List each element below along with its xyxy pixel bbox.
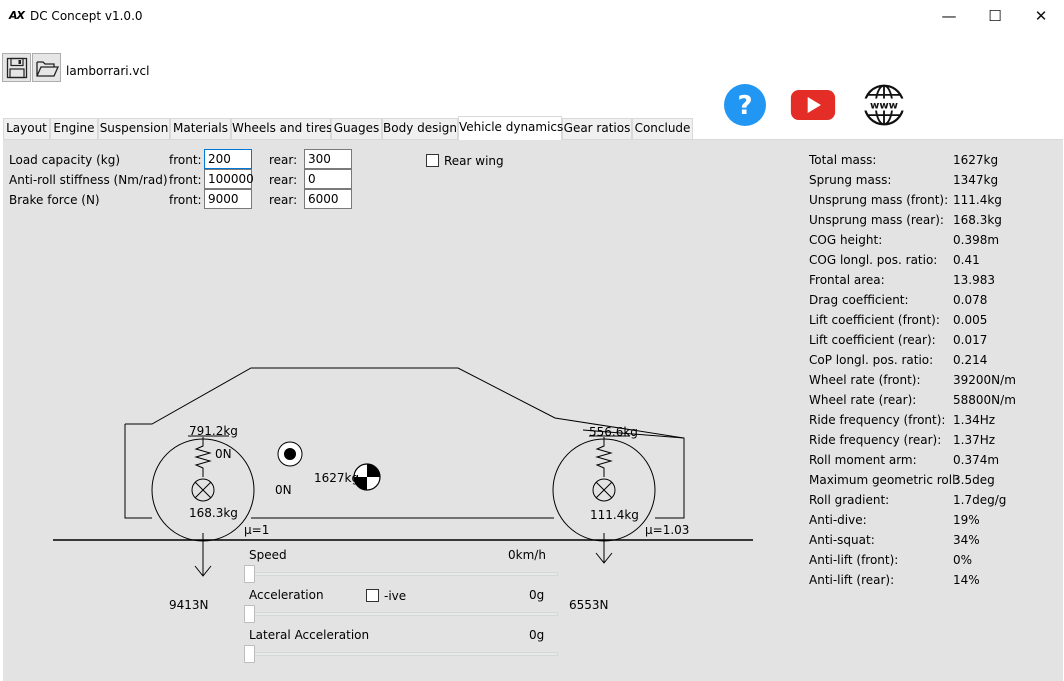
rear-reaction-force: 6553N (569, 598, 609, 612)
stat-value: 1347kg (953, 173, 999, 187)
aero-force: 0N (275, 483, 292, 497)
stat-value: 111.4kg (953, 193, 1002, 207)
stat-label: Drag coefficient: (809, 293, 909, 307)
stat-label: Roll moment arm: (809, 453, 917, 467)
stat-label: Ride frequency (front): (809, 413, 946, 427)
lateral-acceleration-label: Lateral Acceleration (249, 628, 370, 642)
stat-label: Roll gradient: (809, 493, 890, 507)
front-spring-icon (194, 437, 212, 477)
stat-value: 0.398m (953, 233, 1000, 247)
acceleration-slider-thumb[interactable] (244, 605, 255, 623)
front-friction-coefficient: μ=1 (244, 523, 270, 537)
speed-slider[interactable] (244, 572, 558, 576)
lateral-acceleration-slider[interactable] (244, 652, 558, 656)
speed-value: 0km/h (508, 548, 546, 562)
stat-label: Anti-dive: (809, 513, 867, 527)
tab-gear-ratios[interactable]: Gear ratios (562, 118, 632, 139)
stat-value: 13.983 (953, 273, 995, 287)
file-name: lamborrari.vcl (66, 64, 150, 78)
rear-friction-coefficient: μ=1.03 (645, 523, 690, 537)
stat-label: Wheel rate (front): (809, 373, 921, 387)
lateral-acceleration-slider-thumb[interactable] (244, 645, 255, 663)
app-logo: AX (9, 9, 25, 22)
vehicle-dynamics-panel: Load capacity (kg) Anti-roll stiffness (… (3, 139, 1063, 681)
stat-label: Lift coefficient (front): (809, 313, 940, 327)
minimize-button[interactable]: — (926, 0, 972, 32)
speed-slider-thumb[interactable] (244, 565, 255, 583)
stat-value: 1.37Hz (953, 433, 996, 447)
window-title: DC Concept v1.0.0 (30, 9, 143, 23)
stat-label: Anti-lift (front): (809, 553, 899, 567)
stat-value: 0.214 (953, 353, 988, 367)
stat-value: 168.3kg (953, 213, 1002, 227)
stat-value: 1.7deg/g (953, 493, 1007, 507)
rear-spring-icon (595, 437, 613, 477)
save-icon (6, 57, 27, 78)
folder-open-icon (35, 60, 59, 77)
rear-unsprung-mass: 111.4kg (590, 508, 639, 522)
acceleration-slider[interactable] (244, 612, 558, 616)
front-axle-load: 791.2kg (189, 424, 238, 438)
tab-body-design[interactable]: Body design (382, 118, 458, 139)
stat-value: 34% (953, 533, 980, 547)
acceleration-label: Acceleration (249, 588, 324, 602)
stat-label: Ride frequency (rear): (809, 433, 942, 447)
rear-axle-load: 556.6kg (589, 425, 638, 439)
stat-value: 39200N/m (953, 373, 1016, 387)
stat-value: 0.374m (953, 453, 1000, 467)
stat-value: 0% (953, 553, 973, 567)
speed-label: Speed (249, 548, 287, 562)
title-bar: AX DC Concept v1.0.0 — ☐ ✕ (0, 0, 1064, 32)
stat-label: Unsprung mass (front): (809, 193, 949, 207)
cog-mass: 1627kg (314, 471, 360, 485)
tab-conclude[interactable]: Conclude (632, 118, 693, 139)
front-unsprung-mass: 168.3kg (189, 506, 238, 520)
stat-label: Wheel rate (rear): (809, 393, 917, 407)
stat-value: 3.5deg (953, 473, 995, 487)
tab-wheels-and-tires[interactable]: Wheels and tires (231, 118, 332, 139)
stat-value: 0.078 (953, 293, 988, 307)
maximize-button[interactable]: ☐ (972, 0, 1018, 32)
stat-label: COG longl. pos. ratio: (809, 253, 938, 267)
open-button[interactable] (32, 53, 61, 82)
front-spring-force: 0N (215, 447, 232, 461)
stat-label: Maximum geometric roll: (809, 473, 960, 487)
negative-acceleration-label: -ive (384, 589, 407, 603)
stat-value: 0.005 (953, 313, 988, 327)
stat-label: Sprung mass: (809, 173, 892, 187)
save-button[interactable] (2, 53, 31, 82)
stat-label: Total mass: (809, 153, 877, 167)
stat-label: Anti-lift (rear): (809, 573, 895, 587)
negative-acceleration-checkbox[interactable] (366, 589, 379, 602)
stat-value: 0.017 (953, 333, 988, 347)
stat-value: 1627kg (953, 153, 999, 167)
stat-label: CoP longl. pos. ratio: (809, 353, 934, 367)
tab-guages[interactable]: Guages (331, 118, 382, 139)
stat-value: 19% (953, 513, 980, 527)
tab-bar: Layout Engine Suspension Materials Wheel… (0, 116, 1064, 140)
stat-value: 0.41 (953, 253, 980, 267)
svg-text:www: www (870, 101, 898, 112)
tab-suspension[interactable]: Suspension (98, 118, 170, 139)
front-reaction-force: 9413N (169, 598, 209, 612)
tab-materials[interactable]: Materials (170, 118, 231, 139)
lateral-acceleration-value: 0g (529, 628, 545, 642)
stat-value: 14% (953, 573, 980, 587)
stat-value: 1.34Hz (953, 413, 996, 427)
stat-label: COG height: (809, 233, 883, 247)
tab-vehicle-dynamics[interactable]: Vehicle dynamics (458, 116, 563, 140)
stat-label: Lift coefficient (rear): (809, 333, 936, 347)
tab-layout[interactable]: Layout (3, 118, 50, 139)
stat-value: 58800N/m (953, 393, 1016, 407)
acceleration-value: 0g (529, 588, 545, 602)
close-button[interactable]: ✕ (1018, 0, 1064, 32)
tab-engine[interactable]: Engine (50, 118, 98, 139)
stat-label: Frontal area: (809, 273, 885, 287)
stat-label: Unsprung mass (rear): (809, 213, 944, 227)
stat-label: Anti-squat: (809, 533, 875, 547)
